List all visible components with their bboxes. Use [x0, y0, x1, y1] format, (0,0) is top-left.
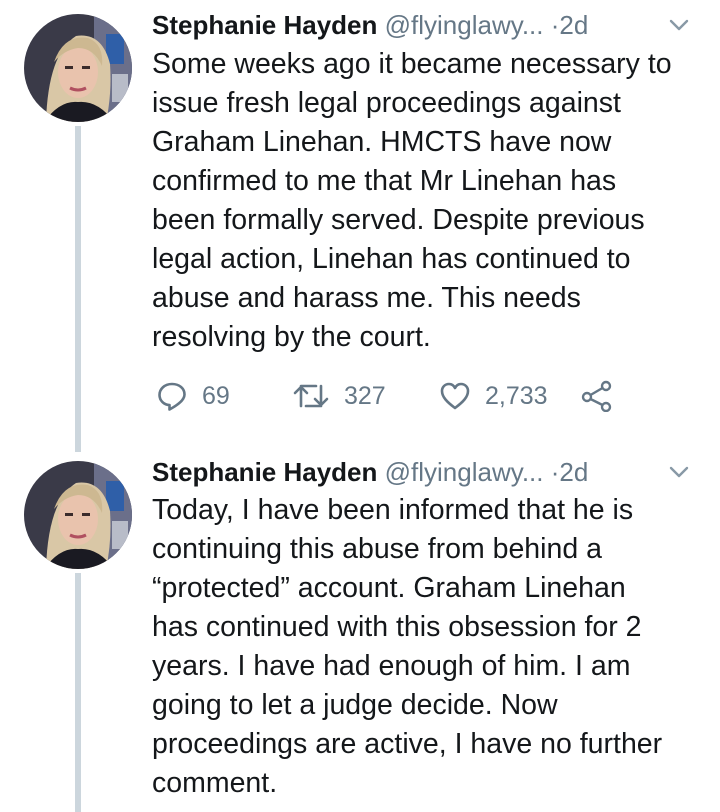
reply-count: 69	[202, 381, 230, 410]
tweet-text: Some weeks ago it became necessary to is…	[152, 48, 672, 353]
share-button[interactable]	[580, 378, 614, 414]
chevron-down-icon[interactable]	[668, 16, 690, 34]
tweet-text: Today, I have been informed that he is c…	[152, 494, 663, 799]
retweet-icon	[293, 384, 329, 408]
reply-button[interactable]: 69	[156, 378, 230, 414]
avatar-image	[24, 14, 132, 122]
timestamp[interactable]: 2d	[559, 457, 588, 487]
retweet-count: 327	[344, 381, 386, 410]
like-button[interactable]: 2,733	[439, 378, 548, 414]
share-icon	[581, 380, 612, 412]
avatar-image	[24, 461, 132, 569]
tweet[interactable]: Stephanie Hayden @flyinglawy... ·2d Some…	[0, 0, 720, 452]
tweet[interactable]: Stephanie Hayden @flyinglawy... ·2d Toda…	[0, 452, 720, 812]
like-icon	[440, 382, 470, 410]
author-handle[interactable]: @flyinglawy...	[385, 457, 544, 487]
author-name[interactable]: Stephanie Hayden	[152, 10, 377, 40]
thread-line	[75, 573, 81, 812]
tweet-header: Stephanie Hayden @flyinglawy... ·2d	[152, 10, 700, 40]
author-name[interactable]: Stephanie Hayden	[152, 457, 377, 487]
author-handle[interactable]: @flyinglawy...	[385, 10, 544, 40]
reply-icon	[158, 382, 186, 411]
chevron-down-icon[interactable]	[668, 463, 690, 481]
retweet-button[interactable]: 327	[292, 378, 386, 414]
avatar[interactable]	[24, 14, 132, 122]
tweet-header: Stephanie Hayden @flyinglawy... ·2d	[152, 457, 700, 487]
avatar[interactable]	[24, 461, 132, 569]
timestamp[interactable]: 2d	[559, 10, 588, 40]
thread-line	[75, 126, 81, 452]
like-count: 2,733	[485, 381, 548, 410]
